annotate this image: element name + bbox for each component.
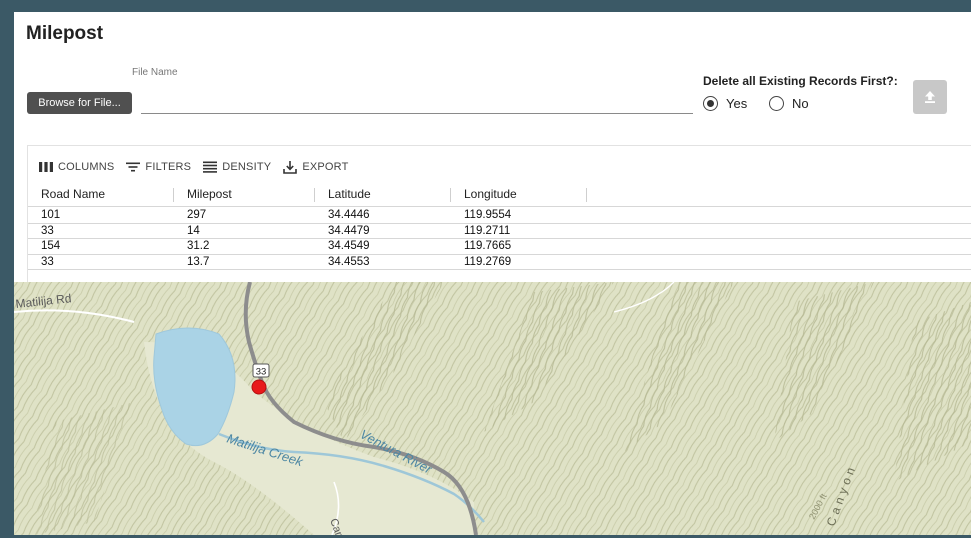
radio-no[interactable] [769,96,784,111]
columns-button[interactable]: COLUMNS [39,161,114,173]
cell-longitude: 119.7665 [464,240,512,252]
filters-label: FILTERS [145,161,192,173]
map-canvas[interactable]: 33 Matilija Rd Matilija Creek Ventura Ri… [14,282,971,535]
cell-longitude: 119.2769 [464,255,512,268]
radio-yes-label: Yes [726,96,748,111]
cell-road-name: 101 [41,209,61,221]
milepost-app: Milepost File Name Browse for File... De… [14,12,971,535]
cell-longitude: 119.2711 [464,224,511,237]
radio-yes-option[interactable]: Yes [703,96,747,111]
radio-no-option[interactable]: No [769,96,809,111]
cell-milepost: 14 [187,224,200,237]
export-label: EXPORT [302,161,349,173]
grid-body: 101 297 34.4446 119.9554 33 14 34.4479 1… [28,208,971,270]
file-name-input[interactable] [141,90,693,114]
page-title: Milepost [26,23,104,44]
cell-latitude: 34.4446 [328,209,370,221]
columns-label: COLUMNS [58,161,115,173]
upload-button[interactable] [913,80,947,114]
column-header-latitude[interactable]: Latitude [315,183,451,206]
cell-longitude: 119.9554 [464,209,512,221]
grid-toolbar: COLUMNS FILTERS DENSITY EXPORT [39,160,356,174]
cell-milepost: 297 [187,209,207,221]
column-header-milepost[interactable]: Milepost [174,183,315,206]
density-icon [203,161,218,173]
table-row[interactable]: 33 13.7 34.4553 119.2769 [28,255,971,270]
export-icon [283,161,298,174]
filter-icon [126,162,141,172]
cell-road-name: 33 [41,224,54,237]
cell-latitude: 34.4549 [328,240,370,252]
highway-shield-icon: 33 [252,363,270,378]
column-header-label: Longitude [464,187,517,201]
cell-milepost: 13.7 [187,255,210,268]
column-header-label: Latitude [328,187,371,201]
cell-road-name: 33 [41,255,54,268]
column-header-label: Road Name [41,187,106,201]
density-button[interactable]: DENSITY [203,161,271,173]
column-header-label: Milepost [187,187,232,201]
cell-road-name: 154 [41,240,61,252]
cell-milepost: 31.2 [187,240,210,252]
delete-records-label: Delete all Existing Records First?: [703,74,898,88]
table-row[interactable]: 33 14 34.4479 119.2711 [28,224,971,239]
map-view[interactable]: 33 Matilija Rd Matilija Creek Ventura Ri… [14,282,971,535]
radio-yes[interactable] [703,96,718,111]
density-label: DENSITY [222,161,272,173]
filters-button[interactable]: FILTERS [126,161,191,173]
milepost-marker[interactable] [251,379,267,395]
upload-icon [925,91,935,103]
export-button[interactable]: EXPORT [283,160,348,174]
cell-latitude: 34.4479 [328,224,370,237]
table-row[interactable]: 154 31.2 34.4549 119.7665 [28,239,971,255]
data-grid: COLUMNS FILTERS DENSITY EXPORT Road Name… [27,145,971,285]
column-separator[interactable] [586,188,587,202]
file-name-label: File Name [132,67,178,78]
grid-header-row: Road Name Milepost Latitude Longitude [28,183,971,207]
browse-file-button[interactable]: Browse for File... [27,92,132,114]
highway-shield-label: 33 [256,367,267,378]
columns-icon [39,162,53,172]
column-header-longitude[interactable]: Longitude [451,183,587,206]
table-row[interactable]: 101 297 34.4446 119.9554 [28,208,971,224]
radio-selected-dot [707,100,714,107]
radio-no-label: No [792,96,809,111]
cell-latitude: 34.4553 [328,255,370,268]
column-header-road-name[interactable]: Road Name [28,183,174,206]
